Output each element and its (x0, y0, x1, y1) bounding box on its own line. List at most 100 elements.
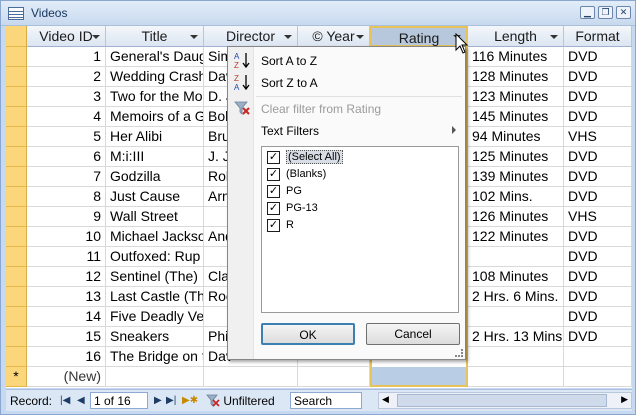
record-selector[interactable] (6, 127, 27, 147)
table-cell-title[interactable]: Michael Jackso (106, 227, 204, 247)
column-header-format[interactable]: Format (564, 26, 632, 47)
record-selector[interactable] (6, 167, 27, 187)
table-cell-format[interactable]: DVD (564, 307, 632, 327)
column-header-video-id[interactable]: Video ID (27, 26, 106, 47)
new-row-cell[interactable] (564, 367, 632, 387)
column-header-title[interactable]: Title (106, 26, 204, 47)
table-cell-format[interactable]: DVD (564, 87, 632, 107)
record-selector[interactable] (6, 47, 27, 67)
checkbox[interactable]: ✓ (267, 168, 280, 181)
scroll-right-icon[interactable]: ▶ (621, 394, 628, 405)
table-cell-id[interactable]: 7 (27, 167, 106, 187)
table-cell-length[interactable]: 145 Minutes (468, 107, 564, 127)
table-cell-id[interactable]: 14 (27, 307, 106, 327)
horizontal-scrollbar[interactable]: ◀ ▶ (378, 392, 632, 409)
text-filters-item[interactable]: Text Filters (261, 124, 319, 138)
table-cell-length[interactable]: 122 Minutes (468, 227, 564, 247)
record-selector[interactable] (6, 107, 27, 127)
table-cell-id[interactable]: 15 (27, 327, 106, 347)
table-cell-id[interactable]: 10 (27, 227, 106, 247)
ok-button[interactable]: OK (261, 323, 355, 345)
new-record-icon[interactable]: ▶✱ (182, 394, 198, 408)
table-cell-length[interactable] (468, 247, 564, 267)
table-cell-title[interactable]: Sneakers (106, 327, 204, 347)
table-cell-length[interactable]: 123 Minutes (468, 87, 564, 107)
record-selector[interactable] (6, 87, 27, 107)
table-cell-id[interactable]: 9 (27, 207, 106, 227)
table-cell-title[interactable]: Godzilla (106, 167, 204, 187)
option-select-all[interactable]: (Select All) (286, 150, 343, 164)
chevron-down-icon[interactable] (92, 35, 100, 39)
rating-new-cell[interactable] (370, 367, 468, 387)
table-cell-title[interactable]: Outfoxed: Rup (106, 247, 204, 267)
table-cell-format[interactable]: DVD (564, 187, 632, 207)
option-blanks[interactable]: (Blanks) (286, 168, 326, 180)
checkbox[interactable]: ✓ (267, 202, 280, 215)
table-cell-title[interactable]: Memoirs of a G (106, 107, 204, 127)
table-cell-id[interactable]: 8 (27, 187, 106, 207)
table-cell-format[interactable]: DVD (564, 287, 632, 307)
table-cell-title[interactable]: General's Daug (106, 47, 204, 67)
table-cell-title[interactable]: M:i:III (106, 147, 204, 167)
option-pg-13[interactable]: PG-13 (286, 202, 318, 214)
table-cell-id[interactable]: 1 (27, 47, 106, 67)
table-cell-length[interactable] (468, 347, 564, 367)
cancel-button[interactable]: Cancel (366, 323, 460, 345)
table-cell-title[interactable]: The Bridge on t (106, 347, 204, 367)
filter-status[interactable]: Unfiltered (206, 394, 275, 408)
sort-z-to-a-item[interactable]: Sort Z to A (261, 76, 318, 90)
table-cell-title[interactable]: Wall Street (106, 207, 204, 227)
chevron-down-icon[interactable] (356, 35, 364, 39)
table-cell-format[interactable]: DVD (564, 107, 632, 127)
record-selector[interactable] (6, 267, 27, 287)
record-selector[interactable] (6, 227, 27, 247)
table-cell-length[interactable]: 139 Minutes (468, 167, 564, 187)
table-cell-length[interactable]: 2 Hrs. 6 Mins. (468, 287, 564, 307)
first-record-icon[interactable]: |◀ (60, 394, 70, 408)
new-row-cell[interactable] (298, 367, 370, 387)
column-header-director[interactable]: Director (204, 26, 298, 47)
checkbox[interactable]: ✓ (267, 151, 280, 164)
table-cell-title[interactable]: Five Deadly Ve (106, 307, 204, 327)
chevron-down-icon[interactable] (284, 35, 292, 39)
table-cell-id[interactable]: 5 (27, 127, 106, 147)
table-cell-format[interactable]: DVD (564, 227, 632, 247)
table-cell-format[interactable]: DVD (564, 267, 632, 287)
table-cell-title[interactable]: Sentinel (The) (106, 267, 204, 287)
close-icon[interactable]: ✕ (616, 6, 631, 19)
scroll-left-icon[interactable]: ◀ (382, 394, 389, 405)
record-selector[interactable] (6, 247, 27, 267)
table-cell-title[interactable]: Wedding Crash (106, 67, 204, 87)
table-cell-format[interactable]: DVD (564, 67, 632, 87)
chevron-down-icon[interactable] (190, 35, 198, 39)
new-row-cell[interactable] (204, 367, 298, 387)
select-all-corner[interactable] (6, 26, 27, 47)
record-selector[interactable] (6, 287, 27, 307)
checkbox[interactable]: ✓ (267, 185, 280, 198)
table-cell-format[interactable] (564, 347, 632, 367)
restore-icon[interactable]: ❐ (598, 6, 613, 19)
table-cell-format[interactable]: DVD (564, 247, 632, 267)
table-cell-id[interactable]: 6 (27, 147, 106, 167)
table-cell-length[interactable]: 116 Minutes (468, 47, 564, 67)
option-r[interactable]: R (286, 219, 294, 231)
clear-filter-item[interactable]: Clear filter from Rating (261, 102, 381, 116)
column-header-year[interactable]: © Year (298, 26, 370, 47)
table-cell-length[interactable]: 128 Minutes (468, 67, 564, 87)
new-row-label[interactable]: (New) (27, 367, 106, 387)
table-cell-length[interactable] (468, 307, 564, 327)
table-cell-id[interactable]: 3 (27, 87, 106, 107)
checkbox[interactable]: ✓ (267, 219, 280, 232)
sort-a-to-z-item[interactable]: Sort A to Z (261, 54, 317, 68)
minimize-icon[interactable]: ▁ (580, 6, 595, 19)
option-pg[interactable]: PG (286, 185, 302, 197)
next-record-icon[interactable]: ▶ (154, 394, 162, 408)
table-cell-title[interactable]: Her Alibi (106, 127, 204, 147)
new-row-cell[interactable] (106, 367, 204, 387)
record-selector[interactable] (6, 187, 27, 207)
table-cell-id[interactable]: 2 (27, 67, 106, 87)
table-cell-id[interactable]: 4 (27, 107, 106, 127)
table-cell-title[interactable]: Just Cause (106, 187, 204, 207)
table-cell-length[interactable]: 125 Minutes (468, 147, 564, 167)
previous-record-icon[interactable]: ◀ (77, 394, 85, 408)
